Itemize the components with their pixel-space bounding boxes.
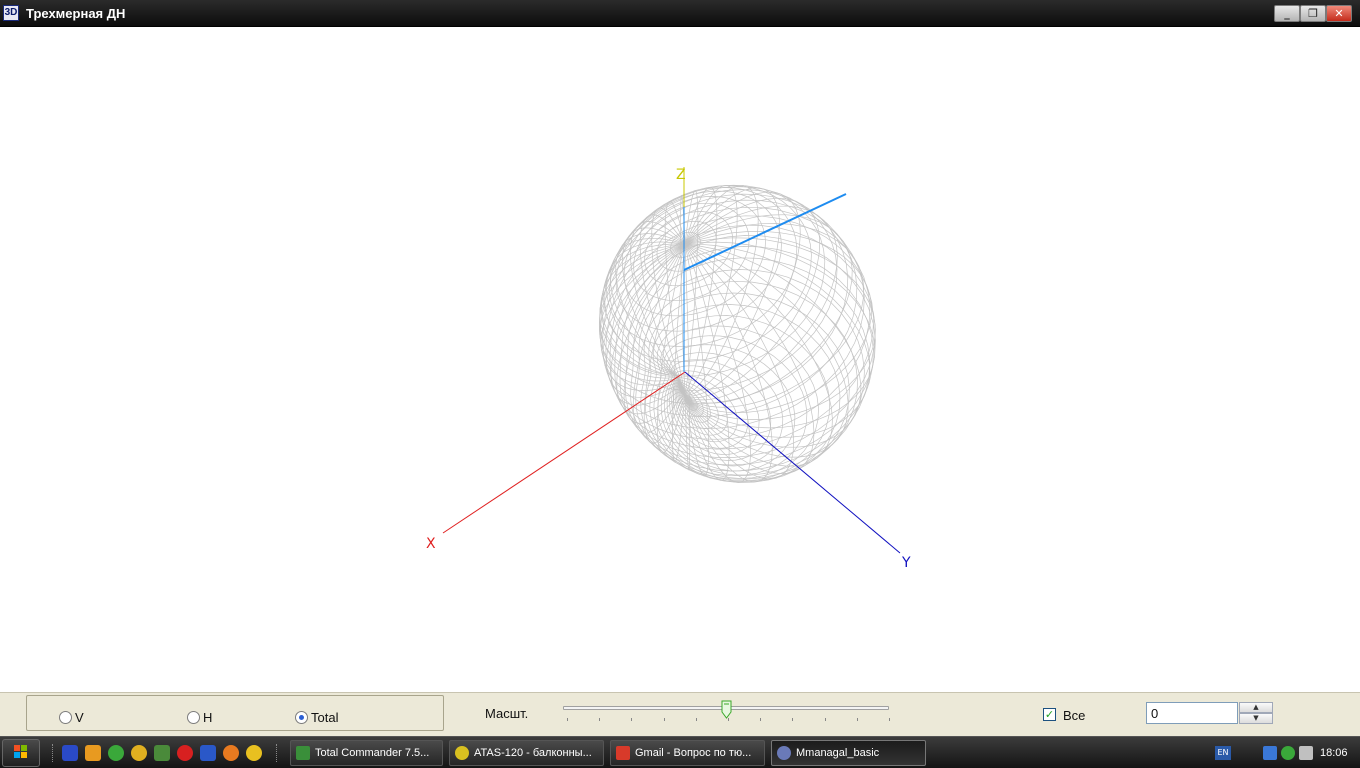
radiation-pattern-svg: X Y Z (426, 167, 911, 571)
quicklaunch-desktop-icon[interactable] (62, 745, 78, 761)
quicklaunch-mail-icon[interactable] (223, 745, 239, 761)
quicklaunch-media-icon[interactable] (85, 745, 101, 761)
scale-tick (695, 718, 697, 721)
scale-tick (889, 718, 890, 721)
radio-v-label: V (75, 709, 84, 725)
restore-button[interactable]: ❐ (1300, 5, 1326, 22)
radio-total-label: Total (311, 709, 339, 725)
radio-v-circle[interactable] (59, 710, 72, 724)
scale-tick (599, 718, 601, 721)
radiation-pattern-viewport[interactable]: X Y Z (0, 27, 1360, 692)
minimize-button[interactable]: _ (1274, 5, 1300, 22)
taskbar: Total Commander 7.5... ATAS-120 - балкон… (0, 736, 1360, 768)
taskbar-grip-2[interactable] (276, 744, 279, 762)
spin-up-button[interactable]: ▲ (1239, 702, 1273, 713)
axis-x (442, 371, 686, 534)
wire-parallel (600, 193, 858, 417)
all-checkbox[interactable]: ✓ (1043, 708, 1056, 721)
control-bar: V H Total Масшт. ✓ Все ▲ ▼ (0, 692, 1360, 736)
axis-z-label: Z (676, 167, 686, 183)
quicklaunch-aimp-icon[interactable] (246, 745, 262, 761)
task-label: Total Commander 7.5... (315, 747, 430, 759)
radio-h[interactable]: H (187, 709, 213, 725)
app-window: 3D Трехмерная ДН _ ❐ ✕ X Y Z V H Total М… (0, 0, 1360, 768)
quicklaunch-utorrent-icon[interactable] (108, 745, 124, 761)
task-chrome-atas[interactable]: ATAS-120 - балконны... (449, 740, 604, 766)
quicklaunch-floppy-icon[interactable] (200, 745, 216, 761)
task-label: ATAS-120 - балконны... (474, 747, 592, 759)
scale-slider-thumb[interactable] (721, 700, 732, 719)
tray-volume-icon[interactable] (1299, 746, 1313, 760)
task-gmail[interactable]: Gmail - Вопрос по тю... (610, 740, 765, 766)
taskbar-clock[interactable]: 18:06 (1320, 747, 1348, 759)
value-input[interactable] (1146, 702, 1238, 724)
axis-x-label: X (426, 536, 436, 552)
all-checkbox-label: Все (1063, 708, 1086, 723)
tray-network-icon[interactable] (1263, 746, 1277, 760)
quicklaunch-tool-icon[interactable] (154, 745, 170, 761)
windows-logo-icon (14, 745, 27, 758)
scale-tick (856, 718, 858, 721)
radio-total[interactable]: Total (295, 709, 339, 725)
window-title: Трехмерная ДН (26, 6, 126, 21)
axis-y (684, 371, 901, 554)
radio-h-label: H (203, 709, 213, 725)
mmana-icon (777, 746, 791, 760)
radio-h-circle[interactable] (187, 710, 200, 724)
scale-tick (567, 718, 568, 721)
scale-tick (760, 718, 762, 721)
quicklaunch-chrome-icon[interactable] (131, 745, 147, 761)
app-3d-icon: 3D (3, 5, 19, 21)
start-button[interactable] (2, 739, 40, 767)
gmail-icon (616, 746, 630, 760)
radiation-pattern-wireframe (598, 184, 876, 483)
scale-tick (824, 718, 826, 721)
task-label: Mmanagal_basic (796, 747, 880, 759)
wire-meridian (684, 231, 872, 414)
quicklaunch-opera-icon[interactable] (177, 745, 193, 761)
task-total-commander[interactable]: Total Commander 7.5... (290, 740, 443, 766)
radio-total-circle[interactable] (295, 710, 308, 724)
language-indicator[interactable]: EN (1215, 746, 1231, 760)
axis-y-label: Y (901, 555, 911, 571)
task-label: Gmail - Вопрос по тю... (635, 747, 752, 759)
wire-meridian (684, 187, 780, 396)
pattern-mode-group: V H Total (26, 695, 444, 731)
scale-tick (792, 718, 794, 721)
chrome-icon (455, 746, 469, 760)
spin-down-button[interactable]: ▼ (1239, 713, 1273, 724)
floppy-icon (296, 746, 310, 760)
scale-label: Масшт. (485, 706, 529, 721)
taskbar-grip[interactable] (52, 744, 55, 762)
title-bar: 3D Трехмерная ДН _ ❐ ✕ (0, 0, 1360, 27)
task-mmana[interactable]: Mmanagal_basic (771, 740, 926, 766)
radio-v[interactable]: V (59, 709, 84, 725)
scale-tick (663, 718, 665, 721)
close-button[interactable]: ✕ (1326, 5, 1352, 22)
tray-utorrent-icon[interactable] (1281, 746, 1295, 760)
scale-tick (631, 718, 633, 721)
